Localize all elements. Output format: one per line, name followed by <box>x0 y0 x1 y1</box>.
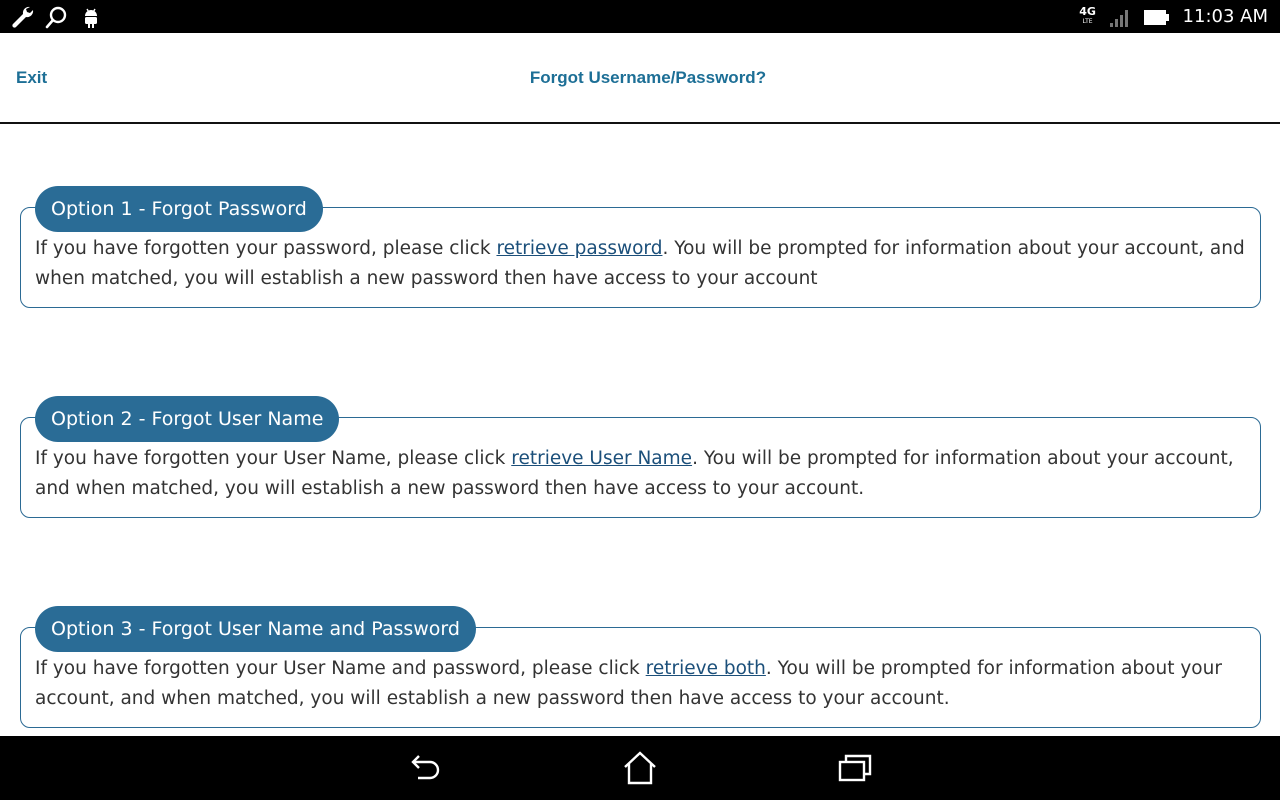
status-notifications <box>10 4 104 29</box>
options-content[interactable]: Option 1 - Forgot Password If you have f… <box>0 126 1280 736</box>
status-indicators: 4G LTE 11:03 AM <box>1077 4 1268 29</box>
signal-icon <box>1109 9 1128 27</box>
status-bar: 4G LTE 11:03 AM <box>0 0 1280 33</box>
network-type-indicator: 4G LTE <box>1077 4 1099 27</box>
option-text-before: If you have forgotten your password, ple… <box>35 238 497 259</box>
option-description: If you have forgotten your User Name, pl… <box>35 444 1246 503</box>
retrieve-both-link[interactable]: retrieve both <box>646 658 766 679</box>
back-icon[interactable] <box>404 750 444 786</box>
option-description: If you have forgotten your password, ple… <box>35 234 1246 293</box>
option-card-forgot-password: Option 1 - Forgot Password If you have f… <box>20 186 1261 308</box>
action-bar: Exit Forgot Username/Password? <box>0 33 1280 124</box>
page-title: Forgot Username/Password? <box>529 68 767 87</box>
option-tab-label: Option 2 - Forgot User Name <box>35 396 340 442</box>
retrieve-password-link[interactable]: retrieve password <box>496 238 662 259</box>
android-icon <box>85 8 97 28</box>
option-text-before: If you have forgotten your User Name and… <box>35 658 646 679</box>
option-card-forgot-both: Option 3 - Forgot User Name and Password… <box>20 606 1261 728</box>
navigation-bar <box>0 736 1280 800</box>
network-label: 4G <box>1079 4 1096 18</box>
home-icon[interactable] <box>620 750 660 786</box>
battery-icon <box>1143 9 1169 25</box>
option-description: If you have forgotten your User Name and… <box>35 654 1246 713</box>
wrench-icon <box>12 6 34 28</box>
option-tab-label: Option 3 - Forgot User Name and Password <box>35 606 476 652</box>
recent-apps-icon[interactable] <box>836 750 876 786</box>
clock: 11:03 AM <box>1182 6 1268 27</box>
retrieve-username-link[interactable]: retrieve User Name <box>511 448 692 469</box>
search-icon <box>45 6 67 28</box>
option-text-before: If you have forgotten your User Name, pl… <box>35 448 512 469</box>
option-tab-label: Option 1 - Forgot Password <box>35 186 323 232</box>
network-sublabel: LTE <box>1082 17 1093 25</box>
option-card-forgot-username: Option 2 - Forgot User Name If you have … <box>20 396 1261 518</box>
